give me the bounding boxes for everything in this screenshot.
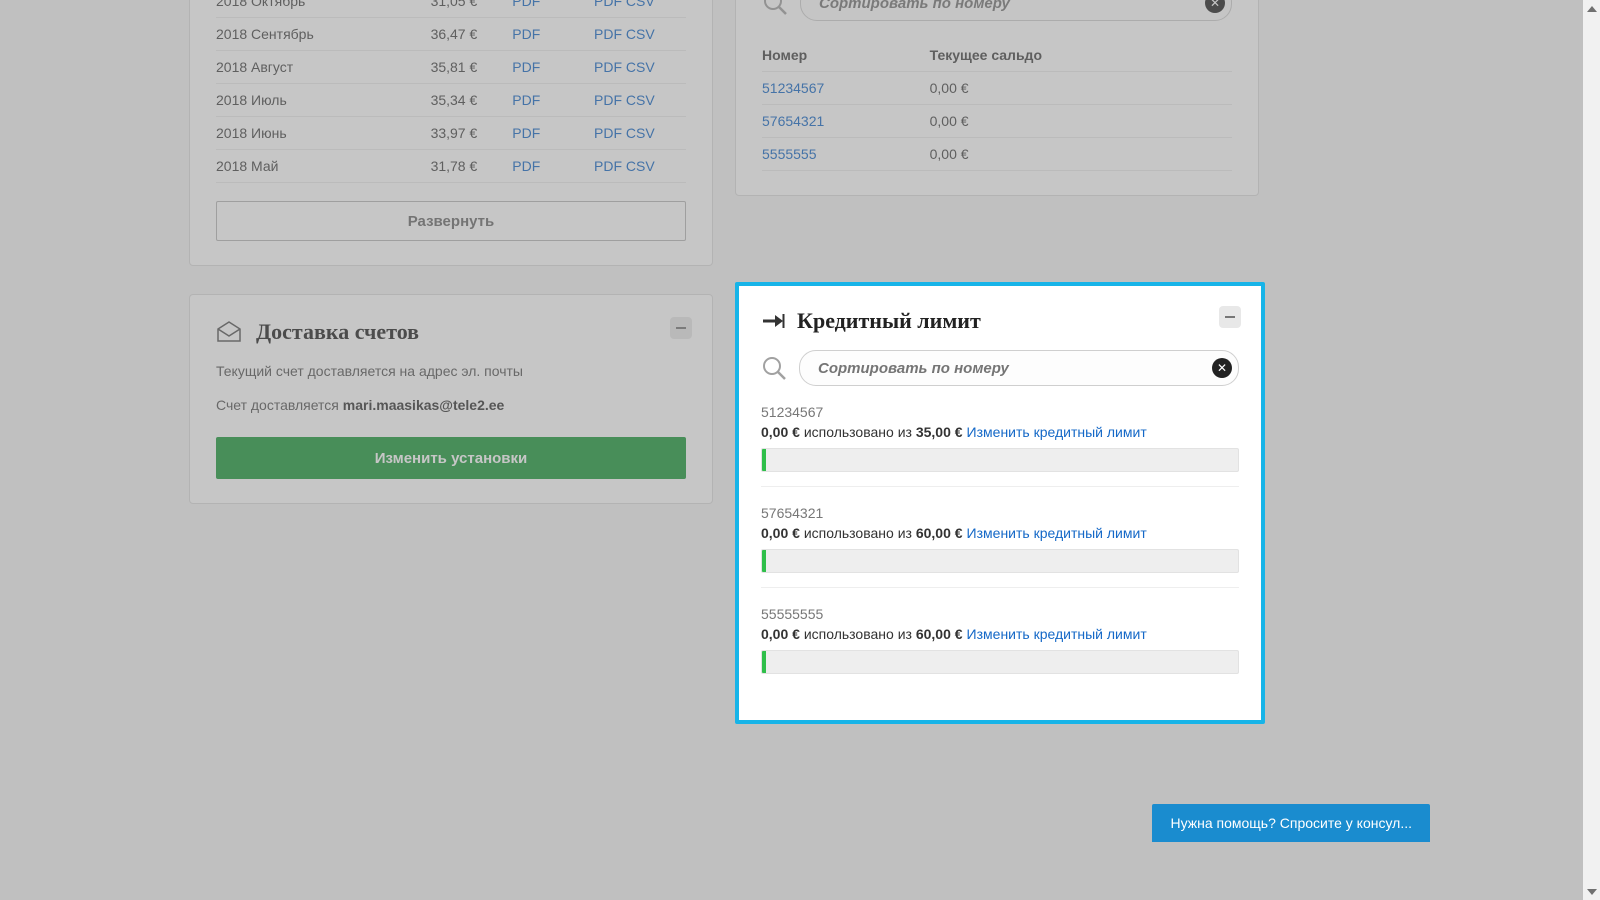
- invoice-sum: 33,97 €: [431, 117, 513, 150]
- pdf-link[interactable]: PDF: [512, 26, 540, 42]
- credit-title: Кредитный лимит: [797, 308, 981, 334]
- pdf-link[interactable]: PDF: [594, 92, 622, 108]
- credit-progress-bar: [761, 549, 1239, 573]
- invoice-sum: 35,34 €: [431, 84, 513, 117]
- mail-icon: [216, 321, 242, 343]
- credit-number: 57654321: [761, 505, 1239, 521]
- invoice-sum: 35,81 €: [431, 51, 513, 84]
- table-row: 5555555 0,00 €: [762, 138, 1232, 171]
- delivery-line2: Счет доставляется mari.maasikas@tele2.ee: [216, 397, 686, 413]
- clear-icon[interactable]: ✕: [1205, 0, 1225, 13]
- credit-usage-line: 0,00 € использовано из 60,00 €Изменить к…: [761, 626, 1239, 642]
- pdf-link[interactable]: PDF: [594, 158, 622, 174]
- pdf-link[interactable]: PDF: [512, 59, 540, 75]
- scroll-up-button[interactable]: [1583, 0, 1600, 17]
- pdf-link[interactable]: PDF: [512, 0, 540, 9]
- balance-search-input[interactable]: [817, 0, 1205, 13]
- change-limit-link[interactable]: Изменить кредитный лимит: [967, 626, 1147, 642]
- credit-number: 55555555: [761, 606, 1239, 622]
- csv-link[interactable]: CSV: [626, 0, 655, 9]
- table-row: 2018 Май31,78 €PDFPDF CSV: [216, 150, 686, 183]
- credit-search[interactable]: ✕: [799, 350, 1239, 386]
- invoice-table: 2018 Октябрь31,05 €PDFPDF CSV2018 Сентяб…: [216, 0, 686, 183]
- credit-number: 51234567: [761, 404, 1239, 420]
- table-row: 2018 Июнь33,97 €PDFPDF CSV: [216, 117, 686, 150]
- balance-number-link[interactable]: 5555555: [762, 146, 817, 162]
- invoice-sum: 31,78 €: [431, 150, 513, 183]
- credit-progress-bar: [761, 448, 1239, 472]
- table-row: 2018 Октябрь31,05 €PDFPDF CSV: [216, 0, 686, 18]
- pdf-link[interactable]: PDF: [512, 158, 540, 174]
- search-icon: [762, 0, 788, 16]
- balance-header-number: Номер: [762, 39, 930, 72]
- scroll-down-button[interactable]: [1583, 883, 1600, 900]
- pdf-link[interactable]: PDF: [512, 92, 540, 108]
- delivery-line1: Текущий счет доставляется на адрес эл. п…: [216, 363, 686, 379]
- credit-limit-item: 57654321 0,00 € использовано из 60,00 €Из…: [761, 505, 1239, 588]
- change-settings-button[interactable]: Изменить установки: [216, 437, 686, 479]
- table-row: 2018 Сентябрь36,47 €PDFPDF CSV: [216, 18, 686, 51]
- pdf-link[interactable]: PDF: [594, 0, 622, 9]
- pdf-link[interactable]: PDF: [594, 125, 622, 141]
- change-limit-link[interactable]: Изменить кредитный лимит: [967, 424, 1147, 440]
- csv-link[interactable]: CSV: [626, 158, 655, 174]
- balance-card: ✕ Номер Текущее сальдо 512345670,00 €576…: [735, 0, 1259, 196]
- expand-button[interactable]: Развернуть: [216, 201, 686, 241]
- csv-link[interactable]: CSV: [626, 26, 655, 42]
- csv-link[interactable]: CSV: [626, 92, 655, 108]
- delivery-card: Доставка счетов Текущий счет доставляетс…: [189, 294, 713, 504]
- credit-progress-bar: [761, 650, 1239, 674]
- search-icon: [761, 355, 787, 381]
- table-row: 51234567 0,00 €: [762, 72, 1232, 105]
- table-row: 2018 Июль35,34 €PDFPDF CSV: [216, 84, 686, 117]
- csv-link[interactable]: CSV: [626, 59, 655, 75]
- pdf-link[interactable]: PDF: [594, 59, 622, 75]
- credit-usage-line: 0,00 € использовано из 60,00 €Изменить к…: [761, 525, 1239, 541]
- table-row: 2018 Август35,81 €PDFPDF CSV: [216, 51, 686, 84]
- invoice-month: 2018 Июнь: [216, 117, 431, 150]
- change-limit-link[interactable]: Изменить кредитный лимит: [967, 525, 1147, 541]
- help-chat-tab[interactable]: Нужна помощь? Спросите у консул...: [1152, 804, 1430, 842]
- collapse-button[interactable]: [1219, 306, 1241, 328]
- balance-header-amount: Текущее сальдо: [930, 39, 1232, 72]
- pdf-link[interactable]: PDF: [594, 26, 622, 42]
- scrollbar[interactable]: [1583, 0, 1600, 900]
- invoice-month: 2018 Октябрь: [216, 0, 431, 18]
- clear-icon[interactable]: ✕: [1212, 358, 1232, 378]
- invoice-month: 2018 Май: [216, 150, 431, 183]
- table-row: 57654321 0,00 €: [762, 105, 1232, 138]
- csv-link[interactable]: CSV: [626, 125, 655, 141]
- invoice-sum: 31,05 €: [431, 0, 513, 18]
- invoice-month: 2018 Сентябрь: [216, 18, 431, 51]
- invoice-card: 2018 Октябрь31,05 €PDFPDF CSV2018 Сентяб…: [189, 0, 713, 266]
- credit-limit-item: 51234567 0,00 € использовано из 35,00 €Из…: [761, 404, 1239, 487]
- balance-amount: 0,00 €: [930, 105, 1232, 138]
- balance-search[interactable]: ✕: [800, 0, 1232, 21]
- arrow-limit-icon: [761, 312, 785, 330]
- invoice-sum: 36,47 €: [431, 18, 513, 51]
- balance-number-link[interactable]: 51234567: [762, 80, 824, 96]
- credit-search-input[interactable]: [816, 359, 1212, 378]
- invoice-month: 2018 Август: [216, 51, 431, 84]
- balance-amount: 0,00 €: [930, 72, 1232, 105]
- credit-limit-card: Кредитный лимит ✕ 51234567 0,00 € использ…: [735, 282, 1265, 724]
- balance-table: Номер Текущее сальдо 512345670,00 €57654…: [762, 39, 1232, 171]
- collapse-button[interactable]: [670, 317, 692, 339]
- balance-amount: 0,00 €: [930, 138, 1232, 171]
- credit-limit-item: 55555555 0,00 € использовано из 60,00 €Из…: [761, 606, 1239, 688]
- credit-usage-line: 0,00 € использовано из 35,00 €Изменить к…: [761, 424, 1239, 440]
- pdf-link[interactable]: PDF: [512, 125, 540, 141]
- delivery-title: Доставка счетов: [256, 319, 419, 345]
- invoice-month: 2018 Июль: [216, 84, 431, 117]
- balance-number-link[interactable]: 57654321: [762, 113, 824, 129]
